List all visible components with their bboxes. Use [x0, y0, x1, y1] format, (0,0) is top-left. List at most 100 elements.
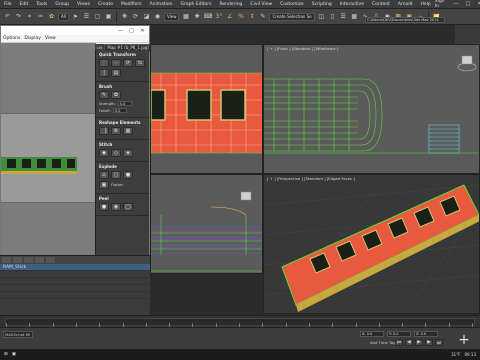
scene-row-selected[interactable]: RAM_Stick [0, 264, 150, 271]
add-viewport-icon[interactable]: + [455, 331, 473, 349]
x-coord-field[interactable]: X: 0.0 [360, 331, 384, 337]
link-icon[interactable]: ⚭ [25, 12, 34, 21]
clock-text[interactable]: 09:13 [464, 352, 476, 357]
spinner-snap-icon[interactable]: ↕ [247, 12, 256, 21]
start-icon[interactable]: ⊞ [4, 352, 8, 357]
rotate-icon[interactable]: ⟳ [131, 12, 140, 21]
editor-menu-view[interactable]: View [45, 36, 56, 41]
scene-tab[interactable] [35, 257, 44, 263]
unlink-icon[interactable]: ⚮ [36, 12, 45, 21]
selection-filter-select[interactable]: All [58, 12, 69, 21]
menu-modifiers[interactable]: Modifiers [117, 2, 146, 7]
editor-canvas[interactable] [1, 43, 96, 254]
stitch-source-icon[interactable]: ◆ [99, 149, 109, 157]
scene-row[interactable] [0, 292, 150, 299]
peel-mode-icon[interactable]: ◉ [111, 203, 121, 211]
viewcube-icon[interactable] [456, 53, 478, 73]
window-crossing-icon[interactable]: ▣ [104, 12, 113, 21]
select-manipulate-icon[interactable]: ✚ [192, 12, 201, 21]
flip-icon[interactable]: ⇆ [135, 59, 145, 67]
left-viewport[interactable] [150, 174, 263, 274]
scene-row[interactable] [0, 285, 150, 292]
select-by-name-icon[interactable]: ☰ [82, 12, 91, 21]
front-viewport[interactable]: [ + ] [Front ] [Standard ] [Wireframe ] [263, 44, 480, 174]
menu-interactive[interactable]: Interactive [336, 2, 368, 7]
relax-icon[interactable]: ⚙ [111, 127, 121, 135]
break-icon[interactable]: ⚠ [99, 171, 109, 179]
menu-create[interactable]: Create [94, 2, 117, 7]
menu-civil-view[interactable]: Civil View [246, 2, 276, 7]
menu-customize[interactable]: Customize [276, 2, 308, 7]
quick-peel-icon[interactable]: ● [99, 203, 109, 211]
prev-frame-icon[interactable]: ◀ [405, 339, 413, 346]
layers-icon[interactable]: ☰ [339, 12, 348, 21]
y-coord-field[interactable]: Y: 0.0 [387, 331, 411, 337]
add-time-tag-button[interactable]: Add Time Tag [370, 340, 395, 345]
scale-icon[interactable]: ◪ [142, 12, 151, 21]
relax-brush-icon[interactable]: ✿ [111, 91, 121, 99]
editor-menu-options[interactable]: Options [3, 36, 20, 41]
move-icon[interactable]: ✥ [120, 12, 129, 21]
percent-snap-icon[interactable]: % [236, 12, 245, 21]
menu-group[interactable]: Group [51, 2, 73, 7]
edit-named-selection-icon[interactable]: ✎ [258, 12, 267, 21]
perspective-viewport-label[interactable]: [ + ] [Perspective ] [Standard ] [Edged … [267, 176, 355, 181]
reference-coord-select[interactable]: View [163, 12, 180, 21]
keyboard-shortcut-icon[interactable]: ⌨ [203, 12, 213, 21]
menu-animation[interactable]: Animation [146, 2, 177, 7]
scene-tab[interactable] [24, 257, 33, 263]
align-vertical-icon[interactable]: ⋮ [99, 59, 109, 67]
menu-views[interactable]: Views [73, 2, 94, 7]
relax-settings-icon[interactable]: ▦ [123, 127, 133, 135]
peel-reset-icon[interactable]: ◯ [123, 203, 133, 211]
scene-tab[interactable] [2, 257, 11, 263]
placement-icon[interactable]: ◉ [153, 12, 162, 21]
go-end-icon[interactable]: ⏭ [435, 339, 443, 346]
space-icon[interactable]: ▤ [111, 69, 121, 77]
minimize-icon[interactable]: — [452, 1, 460, 8]
sign-in-link[interactable]: Sign In [435, 0, 448, 9]
flatten-by-polygon-icon[interactable]: ▣ [99, 181, 109, 189]
time-slider[interactable] [5, 318, 475, 327]
menu-help[interactable]: Help [416, 2, 434, 7]
mirror-icon[interactable]: ◫ [317, 12, 326, 21]
angle-snap-icon[interactable]: ∠ [225, 12, 234, 21]
stitch-target-icon[interactable]: ◇ [111, 149, 121, 157]
3dsmax-taskbar-icon[interactable]: ▣ [12, 352, 16, 357]
play-icon[interactable]: ▶ [415, 339, 423, 346]
align-horizontal-icon[interactable]: ⋯ [111, 59, 121, 67]
scene-row[interactable] [0, 278, 150, 285]
select-object-icon[interactable]: ➤ [71, 12, 80, 21]
stitch-average-icon[interactable]: ◈ [123, 149, 133, 157]
maximize-icon[interactable]: □ [464, 1, 472, 8]
named-selection-select[interactable]: Create Selection Se [269, 12, 315, 21]
redo-icon[interactable]: ↷ [14, 12, 23, 21]
strength-input[interactable]: 0.0 [117, 101, 132, 106]
front-viewport-label[interactable]: [ + ] [Front ] [Standard ] [Wireframe ] [267, 46, 338, 51]
detach-icon[interactable]: □ [111, 171, 121, 179]
bind-space-warp-icon[interactable]: ✿ [47, 12, 56, 21]
editor-minimize-icon[interactable]: — [116, 27, 125, 34]
scene-explorer-icon[interactable]: ▦ [350, 12, 359, 21]
editor-maximize-icon[interactable]: □ [127, 27, 136, 34]
straighten-selection-icon[interactable]: ▕ [99, 127, 109, 135]
maxscript-listener[interactable]: MAXScript Mi [3, 331, 33, 338]
next-frame-icon[interactable]: ▶ [425, 339, 433, 346]
scene-row[interactable] [0, 271, 150, 278]
menu-tools[interactable]: Tools [32, 2, 51, 7]
editor-menu-display[interactable]: Display [24, 36, 41, 41]
go-start-icon[interactable]: ⏮ [395, 339, 403, 346]
close-icon[interactable]: ✕ [476, 1, 480, 8]
menu-edit[interactable]: Edit [16, 2, 33, 7]
timeline[interactable] [0, 315, 480, 327]
weld-icon[interactable]: ● [123, 171, 133, 179]
pivot-icon[interactable]: ▦ [181, 12, 190, 21]
region-select-icon[interactable]: ▢ [93, 12, 102, 21]
menu-arnold[interactable]: Arnold [394, 2, 417, 7]
perspective-viewport[interactable]: [ + ] [Perspective ] [Standard ] [Edged … [263, 174, 480, 314]
menu-rendering[interactable]: Rendering [215, 2, 246, 7]
snap-toggle-icon[interactable]: 3° [214, 12, 223, 21]
rotate-90-icon[interactable]: ⟳ [123, 59, 133, 67]
menu-scripting[interactable]: Scripting [308, 2, 336, 7]
undo-icon[interactable]: ↶ [3, 12, 12, 21]
